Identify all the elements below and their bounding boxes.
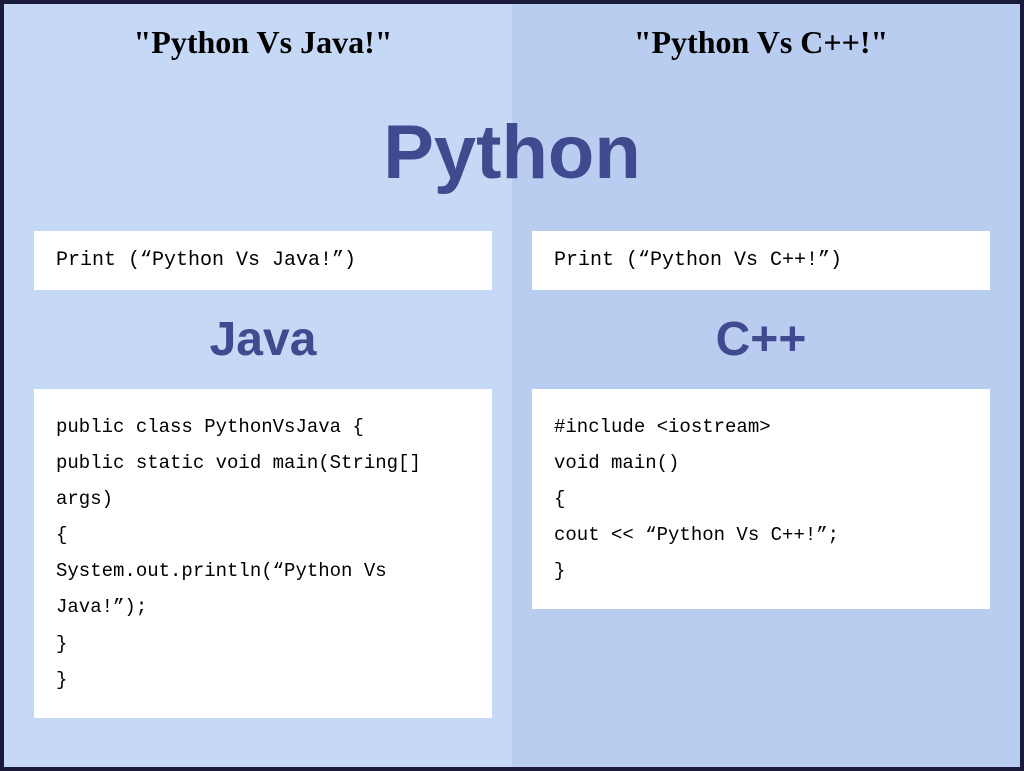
java-heading: Java [34, 312, 492, 367]
left-title: "Python Vs Java!" [34, 24, 492, 61]
cpp-code: #include <iostream> void main() { cout <… [532, 389, 990, 609]
python-code-left: Print (“Python Vs Java!”) [34, 231, 492, 290]
cpp-heading: C++ [532, 312, 990, 367]
java-code: public class PythonVsJava { public stati… [34, 389, 492, 718]
comparison-diagram: Python "Python Vs Java!" Print (“Python … [0, 0, 1024, 771]
python-heading: Python [4, 109, 1020, 196]
python-code-right: Print (“Python Vs C++!”) [532, 231, 990, 290]
right-title: "Python Vs C++!" [532, 24, 990, 61]
